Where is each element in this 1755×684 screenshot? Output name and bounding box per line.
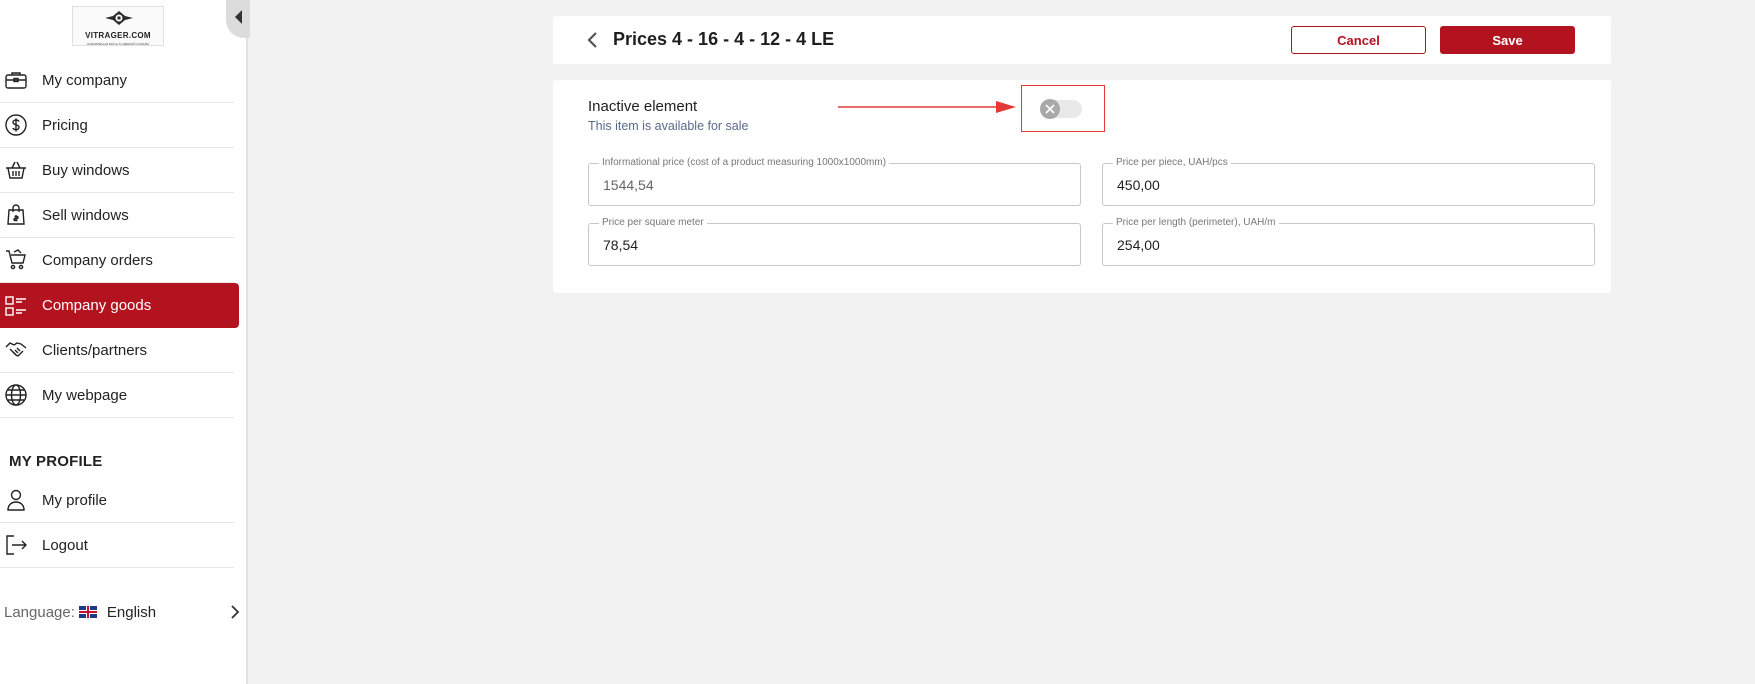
price-per-length-field[interactable]: Price per length (perimeter), UAH/m 254,… — [1102, 217, 1595, 266]
inactive-element-label: Inactive element — [588, 98, 698, 115]
briefcase-icon — [4, 68, 28, 92]
language-label: Language: — [4, 603, 75, 621]
cart-icon — [4, 248, 28, 272]
back-arrow-icon[interactable] — [586, 30, 600, 50]
sidebar-item-label: Sell windows — [42, 206, 129, 224]
price-per-piece-label: Price per piece, UAH/pcs — [1113, 157, 1231, 168]
save-button[interactable]: Save — [1440, 26, 1575, 54]
sidebar-item-sell-windows[interactable]: Sell windows — [0, 193, 234, 238]
uk-flag-icon — [78, 606, 97, 618]
chevron-right-icon — [231, 605, 240, 619]
logo-subtitle: ЗАМОВЛЕННЯ ВІКОН ТА ДВЕРЕЙ ОНЛАЙН — [86, 42, 150, 46]
inactive-toggle[interactable] — [1040, 99, 1082, 119]
toggle-highlight-box — [1021, 85, 1105, 132]
page-header: Prices 4 - 16 - 4 - 12 - 4 LE Cancel Sav… — [553, 16, 1611, 64]
informational-price-field[interactable]: Informational price (cost of a product m… — [588, 157, 1081, 206]
sidebar-item-company-goods[interactable]: Company goods — [0, 283, 239, 328]
logo-title: VITRAGER.COM — [85, 31, 151, 40]
price-per-sqm-value: 78,54 — [603, 237, 639, 253]
sidebar-item-my-company[interactable]: My company — [0, 58, 234, 103]
annotation-arrow-icon — [838, 101, 1016, 113]
sidebar-item-my-profile[interactable]: My profile — [0, 478, 234, 523]
sidebar-item-label: Pricing — [42, 116, 88, 134]
language-selector[interactable]: Language: English — [4, 600, 240, 624]
close-icon — [1045, 104, 1055, 114]
price-per-sqm-label: Price per square meter — [599, 217, 707, 228]
company-logo[interactable]: VITRAGER.COM ЗАМОВЛЕННЯ ВІКОН ТА ДВЕРЕЙ … — [72, 6, 164, 46]
sidebar-item-label: Company goods — [42, 297, 152, 314]
logo-emblem-icon — [105, 11, 133, 25]
informational-price-label: Informational price (cost of a product m… — [599, 157, 890, 168]
prices-form: Inactive element This item is available … — [553, 80, 1611, 293]
sidebar-item-label: My webpage — [42, 386, 128, 404]
sidebar-item-company-orders[interactable]: Company orders — [0, 238, 234, 283]
sidebar-item-pricing[interactable]: Pricing — [0, 103, 234, 148]
basket-icon — [4, 158, 28, 182]
user-icon — [4, 488, 28, 512]
globe-icon — [4, 383, 28, 407]
toggle-knob — [1040, 99, 1060, 119]
sidebar-item-logout[interactable]: Logout — [0, 523, 234, 568]
language-value: English — [106, 603, 157, 621]
price-per-length-value: 254,00 — [1117, 237, 1160, 253]
inactive-element-description: This item is available for sale — [588, 119, 749, 133]
sidebar-item-label: My company — [42, 71, 128, 89]
shopping-bag-icon — [4, 203, 28, 227]
sidebar-item-label: Company orders — [42, 251, 153, 269]
price-per-length-label: Price per length (perimeter), UAH/m — [1113, 217, 1279, 228]
dollar-coin-icon — [4, 113, 28, 137]
handshake-icon — [4, 338, 28, 362]
profile-section-title: MY PROFILE — [9, 453, 103, 470]
sidebar-item-label: My profile — [42, 491, 108, 509]
price-per-piece-value: 450,00 — [1117, 177, 1160, 193]
informational-price-value: 1544,54 — [603, 177, 654, 193]
goods-list-icon — [4, 294, 28, 318]
sidebar-item-label: Buy windows — [42, 161, 130, 179]
logout-icon — [4, 533, 28, 557]
cancel-button[interactable]: Cancel — [1291, 26, 1426, 54]
sidebar-item-my-webpage[interactable]: My webpage — [0, 373, 234, 418]
sidebar: VITRAGER.COM ЗАМОВЛЕННЯ ВІКОН ТА ДВЕРЕЙ … — [0, 0, 250, 684]
price-per-piece-field[interactable]: Price per piece, UAH/pcs 450,00 — [1102, 157, 1595, 206]
price-per-sqm-field[interactable]: Price per square meter 78,54 — [588, 217, 1081, 266]
sidebar-item-label: Logout — [42, 536, 88, 554]
sidebar-item-buy-windows[interactable]: Buy windows — [0, 148, 234, 193]
sidebar-collapse-button[interactable] — [226, 0, 250, 38]
collapse-arrow-icon — [235, 10, 242, 24]
sidebar-item-label: Clients/partners — [42, 341, 148, 359]
sidebar-item-clients-partners[interactable]: Clients/partners — [0, 328, 234, 373]
page-title: Prices 4 - 16 - 4 - 12 - 4 LE — [613, 29, 835, 49]
